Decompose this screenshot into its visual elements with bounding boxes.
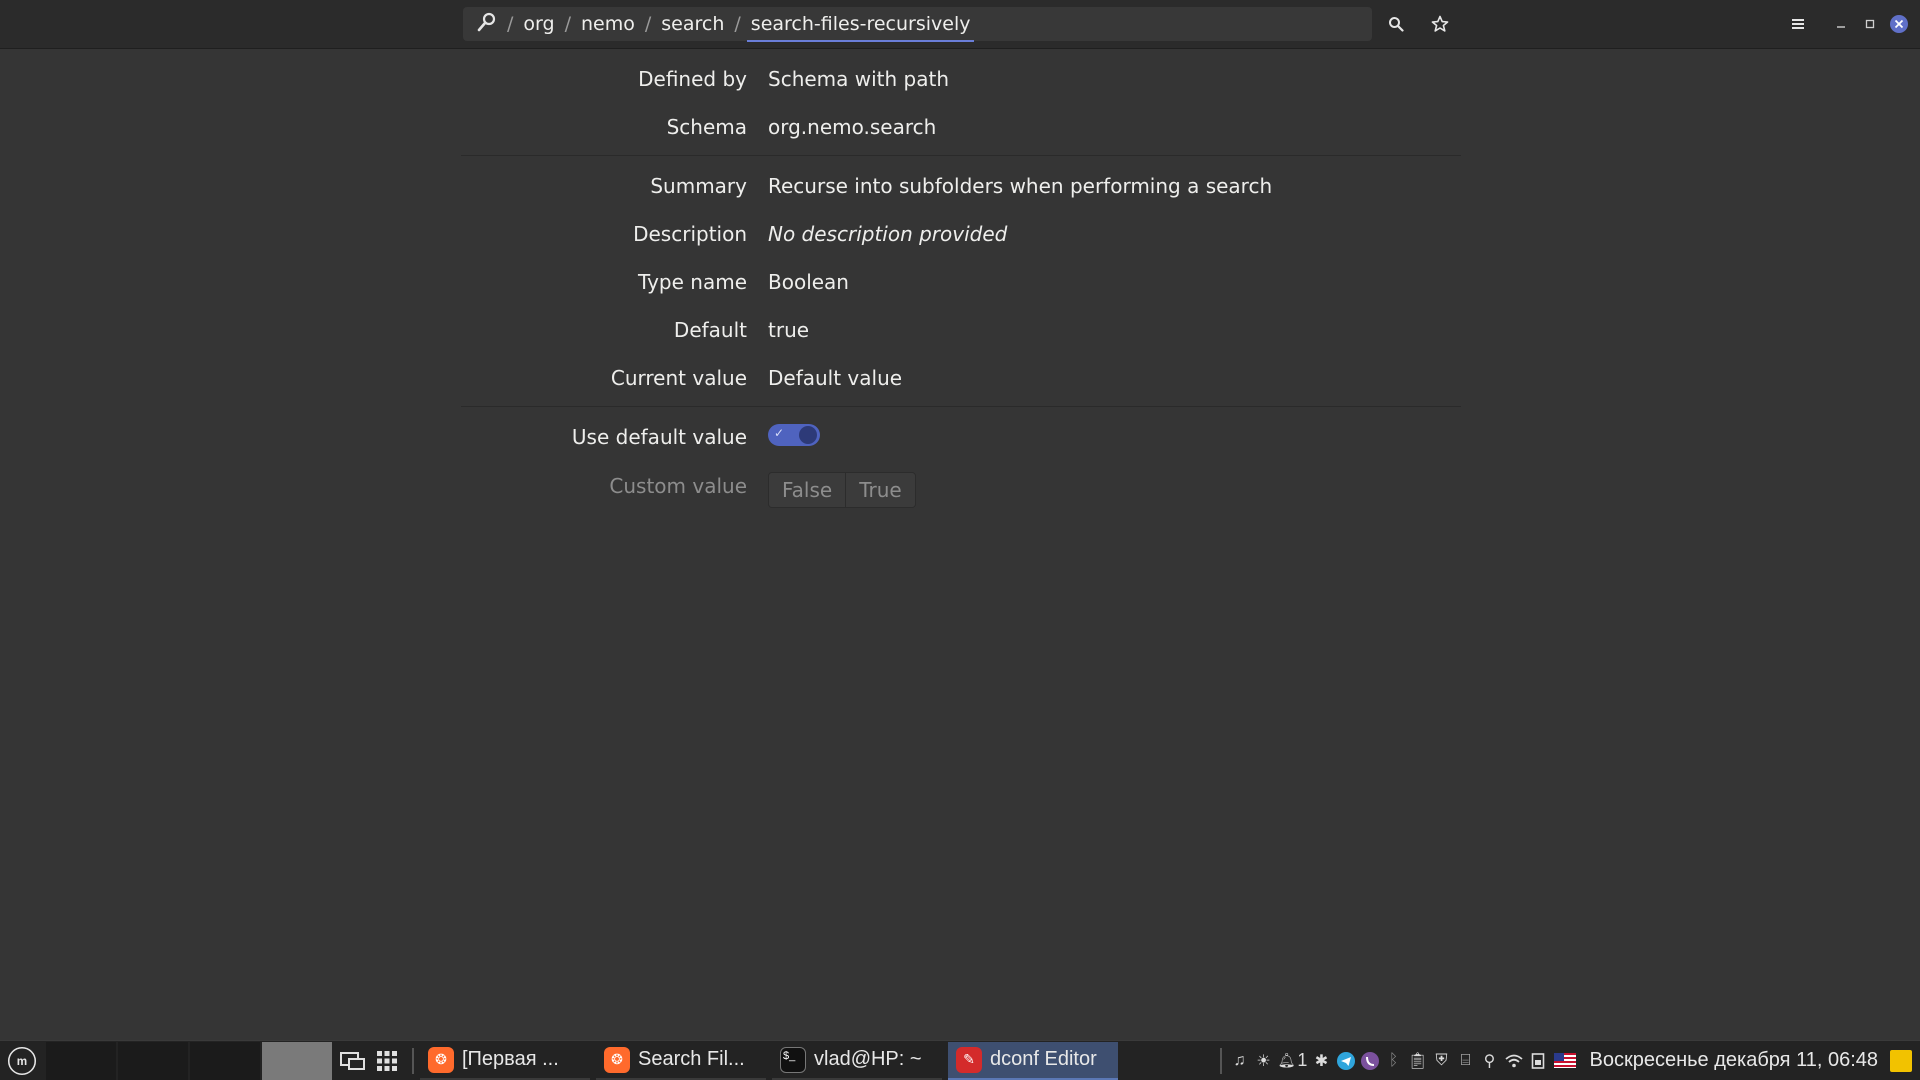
detail-row-current-value: Current value Default value — [461, 358, 1461, 398]
notification-count: 1 — [1297, 1050, 1308, 1070]
task-label: vlad@HP: ~ — [814, 1048, 922, 1070]
detail-value: org.nemo.search — [768, 115, 937, 139]
custom-value-control: False True — [768, 462, 916, 508]
true-button[interactable]: True — [845, 473, 915, 507]
app-grid-icon[interactable] — [370, 1044, 404, 1078]
custom-value-buttons: False True — [768, 472, 916, 508]
taskbar-separator — [412, 1047, 414, 1074]
task-dconf-editor[interactable]: ✎ dconf Editor — [948, 1041, 1118, 1080]
bluetooth-icon[interactable]: ᛒ — [1382, 1046, 1406, 1076]
detail-row-schema: Schema org.nemo.search — [461, 107, 1461, 147]
detail-label: Summary — [650, 174, 747, 198]
section-divider — [461, 406, 1461, 407]
custom-value-label: Custom value — [609, 474, 747, 498]
battery-icon[interactable] — [1526, 1046, 1550, 1076]
path-separator: / — [507, 13, 514, 35]
path-separator: / — [564, 13, 571, 35]
menu-button-mint-icon[interactable]: m — [7, 1046, 37, 1075]
brightness-icon[interactable]: ☀ — [1252, 1046, 1276, 1076]
detail-label: Current value — [610, 366, 747, 390]
minimize-icon[interactable] — [1830, 13, 1852, 35]
task-terminal[interactable]: $_ vlad@HP: ~ — [772, 1042, 942, 1080]
bookmark-star-icon[interactable] — [1426, 10, 1454, 38]
path-segment-current[interactable]: search-files-recursively — [745, 13, 977, 42]
detail-label: Default — [673, 318, 747, 342]
detail-value: true — [768, 318, 810, 342]
detail-value: Schema with path — [768, 67, 950, 91]
workspace-2[interactable] — [118, 1041, 188, 1080]
path-separator: / — [644, 13, 652, 35]
task-label: Search Fil... — [638, 1048, 745, 1070]
detail-label: Description — [633, 222, 747, 246]
close-icon[interactable] — [1888, 13, 1910, 35]
root-search-icon[interactable] — [471, 12, 503, 37]
header-bar: / org / nemo / search / search-files-rec… — [0, 0, 1920, 49]
music-note-icon[interactable]: ♫ — [1228, 1046, 1252, 1076]
workspace-4[interactable] — [262, 1041, 332, 1080]
path-segment-org[interactable]: org — [517, 13, 560, 35]
detail-value: Recurse into subfolders when performing … — [768, 174, 1273, 198]
task-label: dconf Editor — [990, 1048, 1097, 1070]
detail-row-type-name: Type name Boolean — [461, 262, 1461, 302]
search-icon[interactable] — [1382, 10, 1410, 38]
false-button[interactable]: False — [769, 473, 846, 507]
path-segment-search[interactable]: search — [655, 13, 730, 35]
detail-row-defined-by: Defined by Schema with path — [461, 59, 1461, 99]
notifications-icon[interactable]: 🔔︎ 1 — [1276, 1046, 1310, 1076]
use-default-control: ✓ — [768, 423, 820, 451]
detail-label: Defined by — [638, 67, 747, 91]
check-icon: ✓ — [774, 425, 785, 440]
viber-icon[interactable] — [1358, 1046, 1382, 1076]
workspace-1[interactable] — [46, 1041, 116, 1080]
use-default-toggle[interactable]: ✓ — [768, 423, 820, 446]
dconf-editor-icon: ✎ — [956, 1046, 982, 1073]
path-bar[interactable]: / org / nemo / search / search-files-rec… — [463, 7, 1372, 42]
taskbar-separator — [1219, 1047, 1222, 1074]
task-firefox-1[interactable]: ❂ [Первая ... — [420, 1042, 590, 1080]
task-firefox-2[interactable]: ❂ Search Fil... — [596, 1042, 766, 1080]
toggle-knob — [799, 425, 817, 444]
section-divider — [461, 155, 1461, 156]
detail-row-default: Default true — [461, 310, 1461, 350]
detail-row-summary: Summary Recurse into subfolders when per… — [461, 166, 1461, 206]
hamburger-menu-icon[interactable] — [1784, 10, 1812, 38]
task-label: [Первая ... — [462, 1048, 559, 1070]
detail-value: Boolean — [768, 270, 849, 294]
sticky-notes-icon[interactable] — [1890, 1049, 1912, 1072]
telegram-icon[interactable] — [1334, 1046, 1358, 1076]
shield-icon[interactable]: ⛨ — [1430, 1046, 1454, 1076]
detail-value: Default value — [768, 366, 903, 390]
clipboard-icon[interactable]: 📋︎ — [1406, 1046, 1430, 1076]
detail-value: No description provided — [768, 222, 1008, 246]
detail-label: Type name — [637, 270, 747, 294]
workspace-3[interactable] — [190, 1041, 260, 1080]
clock[interactable]: Воскресенье декабря 11, 06:48 — [1590, 1049, 1879, 1072]
firefox-icon: ❂ — [428, 1046, 454, 1073]
custom-value-row: Custom value False True — [461, 462, 1461, 512]
use-default-label: Use default value — [571, 425, 747, 449]
use-default-row: Use default value ✓ — [461, 417, 1461, 457]
show-desktop-icon[interactable] — [336, 1044, 370, 1078]
path-segment-nemo[interactable]: nemo — [575, 13, 641, 35]
maximize-icon[interactable] — [1859, 13, 1881, 35]
firefox-icon: ❂ — [604, 1046, 630, 1073]
us-flag-icon[interactable] — [1550, 1046, 1580, 1076]
drive-icon[interactable]: ⌸ — [1454, 1046, 1478, 1076]
path-separator: / — [734, 13, 741, 35]
key-details-panel: Defined by Schema with path Schema org.n… — [0, 50, 1920, 1040]
detail-label: Schema — [666, 115, 747, 139]
terminal-icon: $_ — [780, 1046, 806, 1073]
slack-icon[interactable]: ✱ — [1310, 1046, 1334, 1076]
taskbar: m ❂ [Первая ... ❂ Search Fil... $_ vlad@… — [0, 1040, 1920, 1080]
location-pin-icon[interactable]: ⚲ — [1478, 1046, 1502, 1076]
wifi-icon[interactable] — [1502, 1046, 1526, 1076]
detail-row-description: Description No description provided — [461, 214, 1461, 254]
